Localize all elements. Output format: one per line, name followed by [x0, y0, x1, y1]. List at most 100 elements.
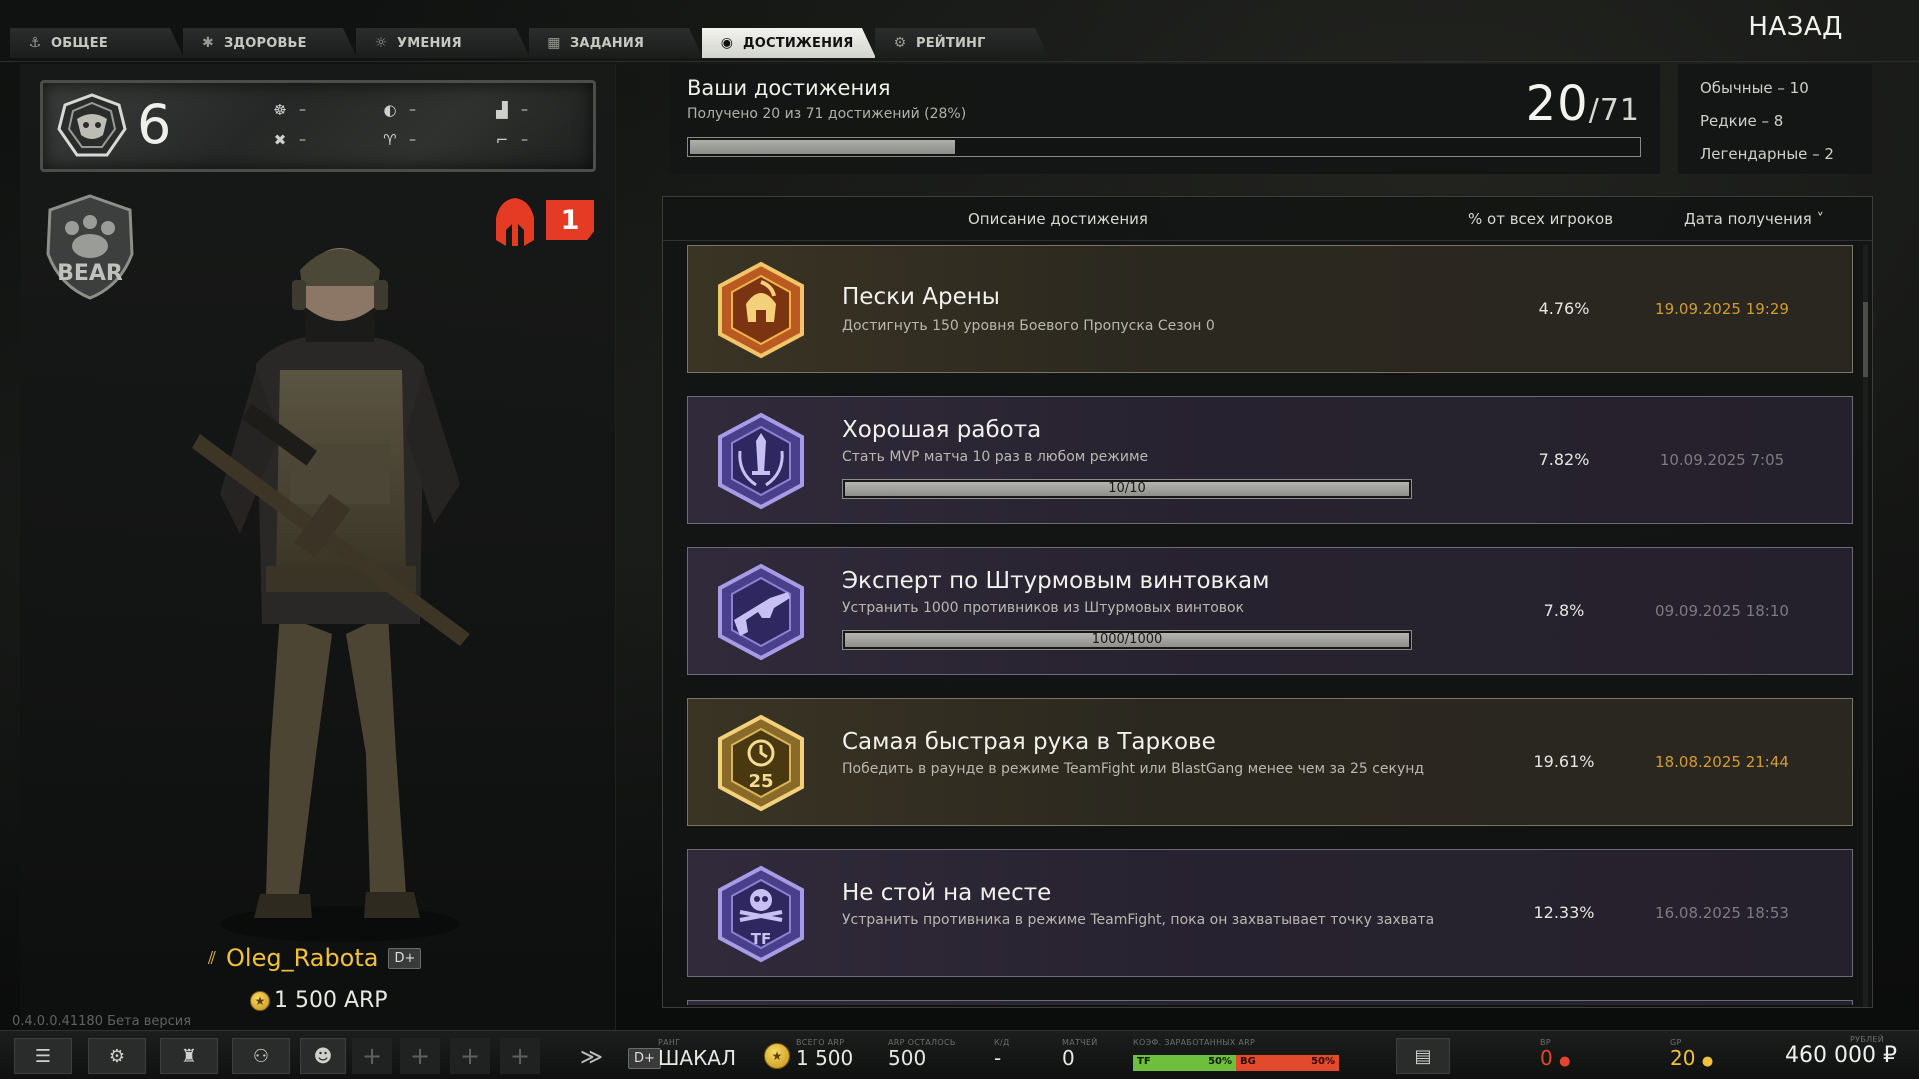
- achievement-row[interactable]: Пески Арены Достигнуть 150 уровня Боевог…: [687, 245, 1853, 373]
- gp-value: 20: [1670, 1046, 1696, 1070]
- achievement-date: 09.09.2025 18:10: [1655, 602, 1789, 620]
- arp-left-value: 500: [888, 1046, 927, 1070]
- achievement-row[interactable]: Эксперт по Штурмовым винтовкам Устранить…: [687, 547, 1853, 675]
- rank-stat: РАНГ ШАКАЛ: [658, 1038, 736, 1070]
- stat-item: ♈ –: [381, 131, 416, 149]
- col-percent[interactable]: % от всех игроков: [1468, 210, 1613, 228]
- crossbones-icon: ✖: [273, 131, 287, 149]
- rank-value: ШАКАЛ: [658, 1046, 736, 1070]
- avatar-icon: ☻: [313, 1045, 333, 1067]
- tab-label: РЕЙТИНГ: [916, 35, 986, 51]
- add-party-slot-4[interactable]: +: [500, 1038, 540, 1074]
- notes-button[interactable]: ▤: [1396, 1038, 1450, 1074]
- scrollbar-thumb[interactable]: [1863, 302, 1868, 377]
- tab-label: ОБЩЕЕ: [51, 35, 108, 51]
- table-header: Описание достижения % от всех игроков Да…: [663, 197, 1872, 241]
- plus-icon: +: [409, 1042, 431, 1070]
- stat-value: –: [521, 132, 528, 148]
- achievement-description: Победить в раунде в режиме TeamFight или…: [842, 761, 1425, 777]
- total-arp-stat: ВСЕГО ARP 1 500: [796, 1038, 853, 1070]
- achievement-progress-bar: 10/10: [842, 479, 1412, 499]
- menu-icon: ☰: [34, 1045, 52, 1067]
- anchor-icon: ⚓: [28, 35, 42, 51]
- add-party-slot-1[interactable]: +: [352, 1038, 392, 1074]
- tab-skills[interactable]: ☼ УМЕНИЯ: [356, 28, 530, 58]
- achievements-summary: Ваши достижения Получено 20 из 71 достиж…: [670, 64, 1660, 174]
- rubles-value: 460 000 ₽: [1785, 1043, 1897, 1068]
- achievement-row-partial[interactable]: [687, 1000, 1853, 1005]
- bg-label: BG: [1240, 1056, 1256, 1067]
- player-arp: ★ 1 500 ARP: [250, 988, 388, 1013]
- rank-chevron-icon: ≫: [580, 1045, 604, 1070]
- character-model: [192, 248, 470, 942]
- rarity-counts: Обычные – 10 Редкие – 8 Легендарные – 2: [1678, 64, 1872, 174]
- summary-subtitle: Получено 20 из 71 достижений (28%): [687, 106, 967, 122]
- stat-value: –: [299, 132, 306, 148]
- col-date-sort[interactable]: Дата получения ˅: [1684, 210, 1824, 228]
- gp-stat: GP 20 ●: [1670, 1038, 1713, 1070]
- achievement-icon: ◉: [720, 35, 734, 51]
- achievement-title: Не стой на месте: [842, 880, 1052, 906]
- achievement-date: 16.08.2025 18:53: [1655, 904, 1789, 922]
- svg-text:25: 25: [748, 771, 773, 792]
- gear-loadout-button[interactable]: ♜: [160, 1038, 218, 1074]
- plus-icon: +: [361, 1042, 383, 1070]
- arp-coin-icon: ★: [764, 1043, 790, 1069]
- stat-value: –: [409, 132, 416, 148]
- gear-icon: ⚙: [108, 1045, 126, 1067]
- tf-percent: 50%: [1208, 1056, 1232, 1067]
- arp-coef-stat: КОЭФ. ЗАРАБОТАННЫХ ARP: [1133, 1038, 1255, 1047]
- stat-item: ✖ –: [271, 131, 306, 149]
- division-badge: D+: [388, 947, 422, 969]
- achievement-percent: 12.33%: [1533, 903, 1595, 922]
- add-party-slot-3[interactable]: +: [450, 1038, 490, 1074]
- document-icon: ▤: [1414, 1045, 1432, 1067]
- tab-rating[interactable]: ⚙ РЕЙТИНГ: [875, 28, 1049, 58]
- achievement-percent: 7.8%: [1543, 601, 1585, 620]
- achievement-title: Пески Арены: [842, 284, 1000, 310]
- kd-value: -: [994, 1046, 1002, 1070]
- settings-button[interactable]: ⚙: [88, 1038, 146, 1074]
- tab-general[interactable]: ⚓ ОБЩЕЕ: [10, 28, 184, 58]
- friends-button[interactable]: ⚇: [232, 1038, 290, 1074]
- player-name: Oleg_Rabota: [226, 944, 379, 972]
- back-button[interactable]: НАЗАД: [1748, 12, 1843, 42]
- helmet-icon: ◐: [383, 101, 397, 119]
- achievement-row[interactable]: TF Не стой на месте Устранить противника…: [687, 849, 1853, 977]
- svg-text:BEAR: BEAR: [57, 261, 123, 286]
- division-badge: D+: [628, 1048, 661, 1069]
- plus-icon: +: [459, 1042, 481, 1070]
- matches-value: 0: [1062, 1046, 1075, 1070]
- gun-icon: ⌐: [495, 131, 509, 149]
- bp-coin-icon: ●: [1559, 1054, 1571, 1069]
- table-scrollbar[interactable]: [1863, 245, 1868, 1007]
- achievement-percent: 19.61%: [1533, 752, 1595, 771]
- profile-button[interactable]: ☻: [300, 1038, 346, 1074]
- bottom-division: D+: [628, 1047, 661, 1069]
- bp-value: 0: [1540, 1046, 1553, 1070]
- level-emblem-icon: [57, 93, 127, 157]
- achievement-description: Стать MVP матча 10 раз в любом режиме: [842, 449, 1149, 465]
- rank-stripes-icon: ⫽: [208, 947, 217, 969]
- summary-progress-bar: [687, 137, 1641, 157]
- tab-health[interactable]: ✱ ЗДОРОВЬЕ: [183, 28, 357, 58]
- arp-value: 1 500 ARP: [274, 988, 388, 1013]
- achievement-row[interactable]: 25 Самая быстрая рука в Таркове Победить…: [687, 698, 1853, 826]
- achievement-row[interactable]: Хорошая работа Стать MVP матча 10 раз в …: [687, 396, 1853, 524]
- achievement-date: 18.08.2025 21:44: [1655, 753, 1789, 771]
- tab-achievements[interactable]: ◉ ДОСТИЖЕНИЯ: [702, 28, 876, 58]
- vest-icon: ♜: [180, 1045, 198, 1067]
- tab-tasks[interactable]: ▦ ЗАДАНИЯ: [529, 28, 703, 58]
- arp-coef-bar: TF 50% BG 50%: [1133, 1055, 1339, 1071]
- spartan-helmet-icon: [718, 261, 804, 359]
- tab-label: ЗАДАНИЯ: [570, 35, 645, 51]
- assault-rifle-icon: [718, 563, 804, 661]
- count-value: 20: [1525, 76, 1589, 132]
- add-party-slot-2[interactable]: +: [400, 1038, 440, 1074]
- summary-progress-fill: [690, 140, 956, 154]
- col-description[interactable]: Описание достижения: [968, 210, 1148, 228]
- gp-coin-icon: ●: [1701, 1054, 1714, 1069]
- achievement-progress-label: 1000/1000: [1091, 632, 1163, 647]
- menu-button[interactable]: ☰: [14, 1038, 72, 1074]
- arp-left-stat: ARP ОСТАЛОСЬ 500: [888, 1038, 956, 1070]
